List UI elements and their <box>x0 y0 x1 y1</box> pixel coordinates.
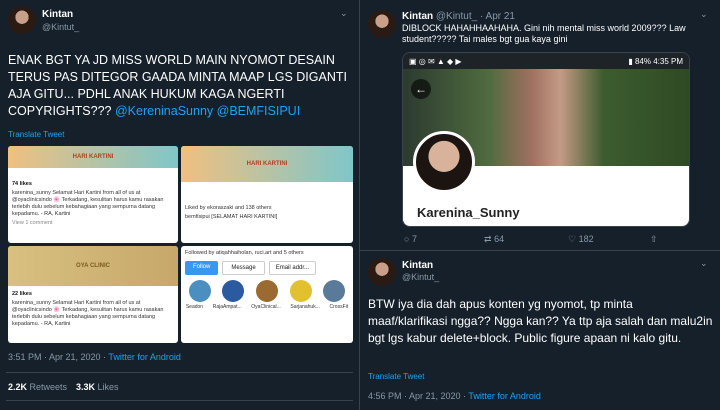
image-banner: HARI KARTINI <box>8 146 178 168</box>
retweet-icon: ⇄ <box>484 234 492 244</box>
author-handle[interactable]: @Kintut_ <box>402 272 439 282</box>
like-button[interactable]: ♡ 182 <box>568 234 594 245</box>
divider <box>6 400 353 401</box>
avatar[interactable] <box>368 258 396 286</box>
view-comments: View 1 comment <box>12 220 53 226</box>
status-bar: ▣ ◎ ✉ ▲ ◆ ▶ ▮ 84% 4:35 PM <box>403 53 689 69</box>
chevron-down-icon[interactable]: ⌄ <box>700 9 708 20</box>
back-arrow-icon: ← <box>411 79 431 99</box>
message-button: Message <box>222 261 265 275</box>
attached-image-2[interactable]: HARI KARTINI Liked by ekoraszaki and 138… <box>181 146 353 243</box>
mention-link[interactable]: @BEMFISIPUI <box>217 104 301 118</box>
tweet-text: BTW iya dia dah apus konten yg nyomot, t… <box>368 297 713 345</box>
translate-tweet-link[interactable]: Translate Tweet <box>8 130 64 139</box>
divider <box>360 250 720 251</box>
follow-button: Follow <box>185 261 219 275</box>
profile-picture <box>413 131 475 193</box>
highlight-icon <box>188 280 211 302</box>
battery-icon: ▮ <box>628 56 633 66</box>
image-banner: HARI KARTINI <box>181 146 353 182</box>
author-handle[interactable]: @Kintut_ <box>436 11 477 22</box>
highlight-label: Sarjanahuk... <box>290 304 320 310</box>
author-handle[interactable]: @Kintut_ <box>42 22 79 32</box>
highlight-icon <box>289 280 312 302</box>
highlight-icon <box>323 280 346 302</box>
followed-by: Followed by atiqahhaiholan, ruci.art and… <box>185 250 304 256</box>
highlight-icon <box>255 280 278 302</box>
retweets-stat[interactable]: 2.2K Retweets <box>8 382 67 392</box>
attached-image[interactable]: ▣ ◎ ✉ ▲ ◆ ▶ ▮ 84% 4:35 PM ← Karenina_Sun… <box>402 52 690 227</box>
battery-level: 84% <box>634 56 651 66</box>
share-icon: ⇧ <box>650 234 658 244</box>
share-button[interactable]: ⇧ <box>650 234 658 245</box>
retweet-button[interactable]: ⇄ 64 <box>484 234 504 245</box>
right-thread-panel: Kintan @Kintut_ · Apr 21 ⌄ DIBLOCK HAHAH… <box>360 0 720 410</box>
profile-name: Karenina_Sunny <box>417 205 520 220</box>
liked-by: Liked by ekoraszaki and 138 others <box>185 205 272 211</box>
caption: karenina_sunny Selamat Hari Kartini from… <box>12 190 164 217</box>
highlight-icon <box>222 280 245 302</box>
author-name[interactable]: Kintan <box>402 260 433 271</box>
tweet-timestamp[interactable]: 3:51 PM · Apr 21, 2020 · Twitter for And… <box>8 352 181 362</box>
highlight-label: RajaAmpat... <box>212 304 242 310</box>
attached-image-3[interactable]: OYA CLINIC 22 likes karenina_sunny Selam… <box>8 246 178 343</box>
reply-button[interactable]: ○ 7 <box>404 234 417 244</box>
status-time: 4:35 PM <box>653 56 683 66</box>
heart-icon: ♡ <box>568 234 577 244</box>
translate-tweet-link[interactable]: Translate Tweet <box>368 372 424 381</box>
chevron-down-icon[interactable]: ⌄ <box>700 258 708 269</box>
highlight-label: OyaClinical... <box>251 304 281 310</box>
reply-icon: ○ <box>404 234 410 244</box>
likes-count: 74 likes <box>12 181 32 187</box>
caption: karenina_sunny Selamat Hari Kartini from… <box>12 300 164 327</box>
source-link[interactable]: Twitter for Android <box>468 391 541 401</box>
tweet-text: DIBLOCK HAHAHHAAHAHA. Gini nih mental mi… <box>402 23 686 44</box>
status-icons: ▣ ◎ ✉ ▲ ◆ ▶ <box>409 56 462 66</box>
likes-stat[interactable]: 3.3K Likes <box>76 382 119 392</box>
email-button: Email addr... <box>268 261 317 275</box>
mention-link[interactable]: @KereninaSunny <box>115 104 213 118</box>
author-name[interactable]: Kintan @Kintut_ · Apr 21 <box>402 11 515 22</box>
author-name[interactable]: Kintan <box>42 9 73 20</box>
highlight-label: CrossFit <box>329 304 349 310</box>
highlight-label: Seadon <box>185 304 204 310</box>
tweet-date[interactable]: · Apr 21 <box>480 11 515 22</box>
source-link[interactable]: Twitter for Android <box>108 352 181 362</box>
likes-count: 22 likes <box>12 291 32 297</box>
divider <box>6 372 353 373</box>
caption: bemfisipui [SELAMAT HARI KARTINI] <box>185 214 278 220</box>
attached-image-1[interactable]: HARI KARTINI 74 likes karenina_sunny Sel… <box>8 146 178 243</box>
avatar[interactable] <box>8 6 36 34</box>
tweet-timestamp[interactable]: 4:56 PM · Apr 21, 2020 · Twitter for And… <box>368 391 541 401</box>
image-banner: OYA CLINIC <box>8 246 178 286</box>
tweet-text: ENAK BGT YA JD MISS WORLD MAIN NYOMOT DE… <box>8 52 353 120</box>
chevron-down-icon[interactable]: ⌄ <box>340 8 348 19</box>
left-tweet-panel: Kintan @Kintut_ ⌄ ENAK BGT YA JD MISS WO… <box>0 0 360 410</box>
attached-image-4[interactable]: Followed by atiqahhaiholan, ruci.art and… <box>181 246 353 343</box>
avatar[interactable] <box>368 10 396 38</box>
